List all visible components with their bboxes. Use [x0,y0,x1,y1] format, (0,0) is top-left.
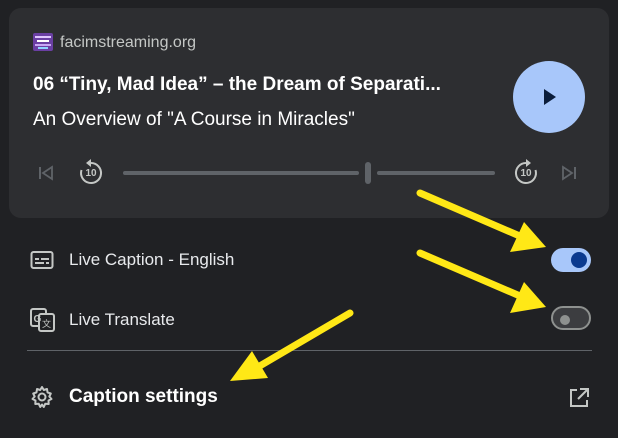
svg-text:G: G [34,314,42,325]
live-translate-row[interactable]: G 文 Live Translate [0,290,618,350]
play-button[interactable] [513,61,585,133]
play-icon [544,89,556,105]
open-in-new-icon[interactable] [568,387,590,409]
gear-icon [31,386,53,408]
live-translate-toggle[interactable] [551,306,591,330]
live-caption-label: Live Caption - English [69,250,235,269]
caption-settings-label: Caption settings [69,386,218,407]
closed-caption-icon [30,251,54,269]
media-card: facimstreaming.org 06 “Tiny, Mad Idea” –… [9,8,609,218]
translate-icon: G 文 [30,308,55,332]
site-favicon-icon [33,33,53,51]
toggle-knob [571,252,587,268]
svg-text:文: 文 [42,318,51,329]
seek-back-seconds: 10 [85,168,97,179]
progress-track-left [123,171,359,175]
progress-track[interactable] [123,162,495,184]
live-translate-label: Live Translate [69,310,175,329]
next-track-button[interactable] [560,164,578,182]
live-caption-toggle[interactable] [551,248,591,272]
seek-back-button[interactable]: 10 [77,159,105,187]
divider [27,350,592,351]
progress-handle[interactable] [365,162,371,184]
seek-forward-button[interactable]: 10 [512,159,540,187]
previous-track-button[interactable] [37,164,55,182]
seek-forward-seconds: 10 [520,168,532,179]
media-subtitle: An Overview of "A Course in Miracles" [33,109,355,130]
live-caption-row[interactable]: Live Caption - English [0,230,618,290]
progress-track-right [377,171,495,175]
media-title: 06 “Tiny, Mad Idea” – the Dream of Separ… [33,74,441,95]
site-name: facimstreaming.org [60,34,197,51]
toggle-knob [560,315,570,325]
caption-settings-row[interactable]: Caption settings [0,368,618,428]
